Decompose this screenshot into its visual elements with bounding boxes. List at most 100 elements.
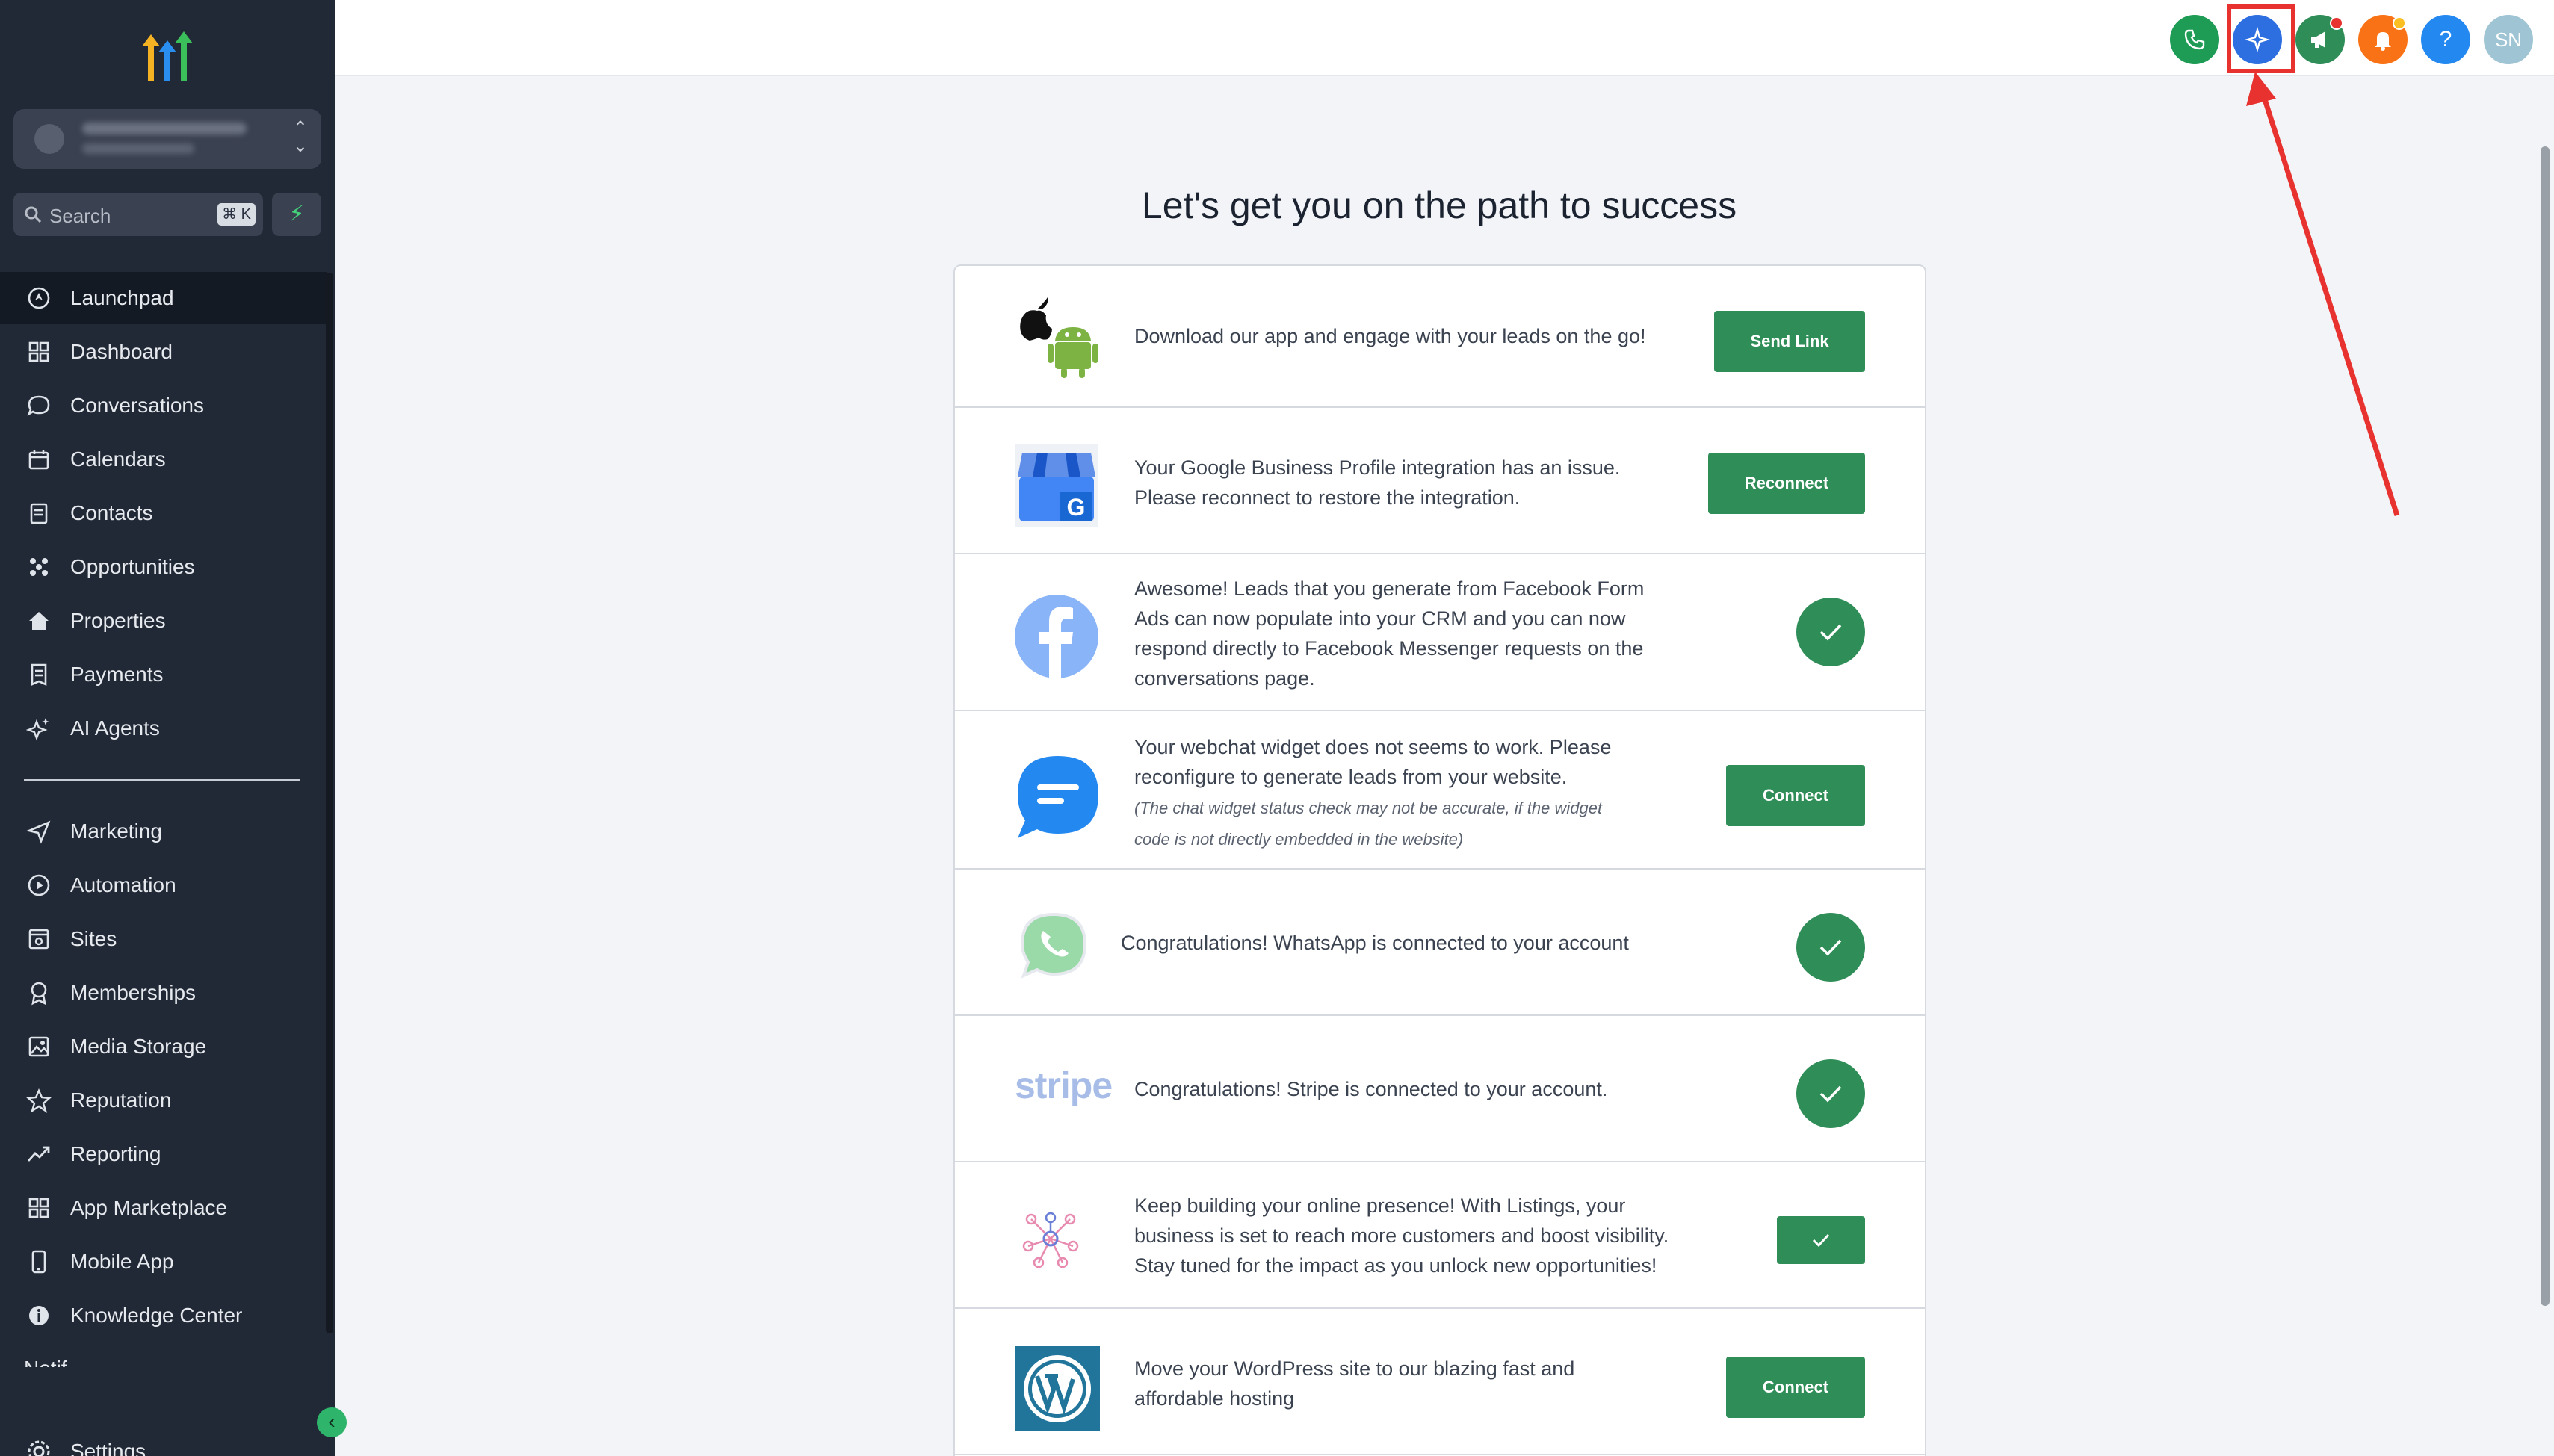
connected-check-icon (1796, 598, 1865, 666)
help-button[interactable]: ? (2421, 15, 2470, 64)
sidebar-item-label: Conversations (70, 394, 204, 417)
sidebar-item-label: Knowledge Center (70, 1304, 243, 1327)
row-text-line: Awesome! Leads that you generate from Fa… (1134, 577, 1645, 600)
phone-icon (24, 1247, 54, 1277)
sidebar-item-payments[interactable]: Payments (0, 648, 327, 701)
sidebar-item-opportunities[interactable]: Opportunities (0, 541, 327, 593)
sidebar-item-label: Contacts (70, 501, 153, 524)
sidebar-item-properties[interactable]: Properties (0, 595, 327, 647)
sidebar-item-memberships[interactable]: Memberships (0, 967, 327, 1019)
svg-text:G: G (1067, 494, 1086, 521)
sidebar-item-reporting[interactable]: Reporting (0, 1128, 327, 1180)
connect-wordpress-button[interactable]: Connect (1726, 1357, 1865, 1418)
account-switcher[interactable]: ⌃ ⌄ (13, 109, 321, 169)
home-icon (24, 606, 54, 636)
checklist-row-listings: Keep building your online presence! With… (955, 1162, 1925, 1309)
sidebar-item-automation[interactable]: Automation (0, 859, 327, 911)
sidebar-item-label: Reputation (70, 1088, 172, 1112)
sidebar-item-marketing[interactable]: Marketing (0, 805, 327, 858)
row-text: Keep building your online presence! With… (1134, 1191, 1669, 1280)
collapse-sidebar-button[interactable]: ‹ (317, 1407, 347, 1437)
account-address-blurred (82, 143, 194, 154)
checklist-row-facebook: Awesome! Leads that you generate from Fa… (955, 554, 1925, 711)
sidebar-item-calendars[interactable]: Calendars (0, 433, 327, 486)
sidebar-item-mobile-app[interactable]: Mobile App (0, 1236, 327, 1288)
search-input[interactable]: Search ⌘ K (13, 193, 263, 236)
sidebar-item-dashboard[interactable]: Dashboard (0, 326, 327, 378)
sidebar-item-partial[interactable]: Notif (24, 1357, 67, 1367)
notifications-button[interactable] (2358, 15, 2408, 64)
facebook-icon (1015, 595, 1098, 678)
sparkle-icon (24, 713, 54, 743)
sidebar-item-reputation[interactable]: Reputation (0, 1074, 327, 1127)
account-name-blurred (82, 123, 247, 134)
whatsapp-icon (1020, 912, 1087, 979)
sidebar-scrollbar[interactable] (326, 273, 333, 1333)
phone-button[interactable] (2170, 15, 2219, 64)
send-icon (24, 817, 54, 846)
page-scrollbar[interactable] (2541, 146, 2550, 1306)
brand-logo[interactable] (136, 27, 199, 82)
sidebar-item-conversations[interactable]: Conversations (0, 380, 327, 432)
sidebar-item-launchpad[interactable]: Launchpad (0, 272, 327, 324)
sidebar-item-knowledge-center[interactable]: Knowledge Center (0, 1289, 327, 1342)
row-text-line: respond directly to Facebook Messenger r… (1134, 637, 1644, 660)
launchpad-icon (24, 283, 54, 313)
notification-dot (2393, 16, 2406, 30)
quick-actions-bolt-icon[interactable]: ⚡ (272, 193, 321, 236)
sidebar-item-label: Reporting (70, 1142, 161, 1165)
phone-icon (2184, 29, 2205, 50)
announcements-button[interactable] (2295, 15, 2345, 64)
award-icon (24, 978, 54, 1008)
sidebar-item-label: Launchpad (70, 286, 174, 309)
grid-icon (24, 1193, 54, 1223)
connected-check-icon (1796, 913, 1865, 982)
row-text-line: Keep building your online presence! With… (1134, 1195, 1626, 1217)
sidebar-item-sites[interactable]: Sites (0, 913, 327, 965)
opportunities-icon (24, 552, 54, 582)
star-icon (24, 1085, 54, 1115)
apple-android-icon (1020, 297, 1098, 378)
bell-icon (2375, 32, 2391, 51)
sidebar-item-label: AI Agents (70, 716, 160, 740)
row-text: Download our app and engage with your le… (1134, 325, 1646, 347)
sidebar-item-label: Payments (70, 663, 164, 686)
network-listings-icon (1022, 1212, 1079, 1268)
row-text-line: business is set to reach more customers … (1134, 1224, 1669, 1247)
trend-icon (24, 1139, 54, 1169)
row-text: Your Google Business Profile integration… (1134, 453, 1620, 512)
nav-divider (24, 779, 300, 781)
automation-icon (24, 870, 54, 900)
sidebar-item-label: Marketing (70, 820, 162, 843)
dashboard-icon (24, 337, 54, 367)
sidebar-item-label: Properties (70, 609, 166, 632)
user-avatar[interactable]: SN (2484, 15, 2533, 64)
sidebar-item-settings[interactable]: Settings (0, 1425, 327, 1456)
image-icon (24, 1032, 54, 1062)
page-title: Let's get you on the path to success (1141, 185, 1737, 226)
row-text-line: Your Google Business Profile integration… (1134, 456, 1621, 479)
receipt-icon (24, 660, 54, 690)
row-text: Awesome! Leads that you generate from Fa… (1134, 574, 1644, 693)
sidebar-item-media-storage[interactable]: Media Storage (0, 1020, 327, 1073)
send-link-button[interactable]: Send Link (1714, 311, 1865, 372)
listings-check-button[interactable] (1777, 1216, 1865, 1264)
info-icon (24, 1301, 54, 1330)
reconnect-button[interactable]: Reconnect (1708, 453, 1865, 514)
sidebar-item-ai-agents[interactable]: AI Agents (0, 702, 327, 755)
row-note-line: (The chat widget status check may not be… (1134, 799, 1603, 817)
sidebar-item-label: Automation (70, 873, 176, 896)
google-business-icon: G (1015, 444, 1098, 527)
sidebar: ⌃ ⌄ Search ⌘ K ⚡ Launchpad Dashboard Conver… (0, 0, 347, 1456)
stripe-logo: stripe (1015, 1065, 1113, 1106)
onboarding-checklist: Download our app and engage with your le… (953, 264, 1926, 1456)
checklist-row-google-business: G Your Google Business Profile integrati… (955, 408, 1925, 554)
sites-icon (24, 924, 54, 954)
connect-webchat-button[interactable]: Connect (1726, 765, 1865, 826)
sidebar-item-app-marketplace[interactable]: App Marketplace (0, 1182, 327, 1234)
sidebar-item-contacts[interactable]: Contacts (0, 487, 327, 539)
megaphone-icon (2311, 31, 2325, 48)
checklist-row-webchat: Your webchat widget does not seems to wo… (955, 711, 1925, 870)
checklist-row-wordpress: Move your WordPress site to our blazing … (955, 1309, 1925, 1455)
row-text-line: Stay tuned for the impact as you unlock … (1134, 1254, 1657, 1277)
